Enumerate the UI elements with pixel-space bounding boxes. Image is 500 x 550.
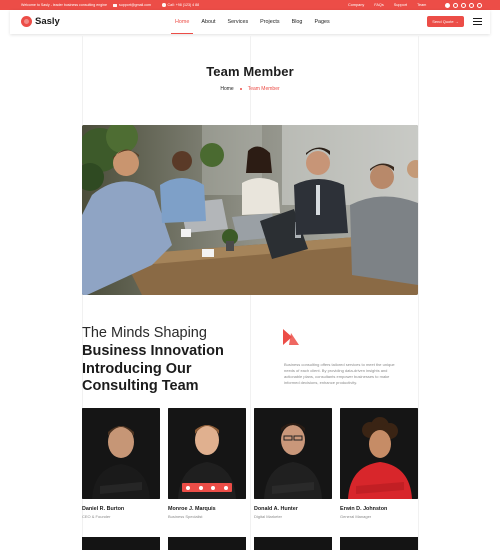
team-member-role: Digital Marketer bbox=[254, 514, 283, 519]
team-member-name[interactable]: Donald A. Hunter bbox=[254, 506, 332, 512]
main-header: Sasly Home About Services Projects Blog … bbox=[10, 10, 490, 34]
section-heading-line-3: Consulting Team bbox=[82, 378, 199, 394]
team-member-name[interactable]: Daniel R. Burton bbox=[82, 506, 160, 512]
team-card[interactable]: Monroe J. Marquis Business Specialist bbox=[168, 408, 246, 519]
team-card[interactable]: Daniel R. Burton CEO & Founder bbox=[82, 408, 160, 519]
team-card-partial bbox=[168, 537, 246, 550]
linkedin-icon[interactable] bbox=[211, 485, 216, 490]
phone-contact[interactable]: Call: +98 (123) 4 88 bbox=[162, 0, 199, 10]
team-card-partial bbox=[254, 537, 332, 550]
team-member-photo bbox=[168, 408, 246, 499]
top-links: Company FAQs Support Team bbox=[348, 0, 426, 10]
team-member-photo bbox=[82, 408, 160, 499]
youtube-icon[interactable] bbox=[223, 485, 228, 490]
phone-icon bbox=[162, 3, 166, 7]
logo[interactable]: Sasly bbox=[21, 16, 60, 27]
nav-blog[interactable]: Blog bbox=[292, 10, 303, 34]
send-quote-button[interactable]: Send Quote → bbox=[427, 16, 464, 27]
breadcrumb: Home Team Member bbox=[0, 86, 500, 92]
facebook-icon[interactable] bbox=[445, 2, 450, 8]
logo-text: Sasly bbox=[35, 16, 60, 27]
member-social-bar bbox=[182, 483, 232, 492]
section-heading-line-2: Introducing Our bbox=[82, 361, 192, 377]
link-support[interactable]: Support bbox=[394, 0, 407, 10]
top-bar: Welcome to Sasly - leader business consu… bbox=[0, 0, 500, 10]
team-member-role: General Manager bbox=[340, 514, 372, 519]
nav-pages[interactable]: Pages bbox=[314, 10, 329, 34]
team-card[interactable]: Erwin D. Johnston General Manager bbox=[340, 408, 418, 519]
email-text[interactable]: support@gmail.com bbox=[119, 0, 151, 10]
section-heading-light: The Minds Shaping bbox=[82, 325, 207, 341]
instagram-icon[interactable] bbox=[461, 2, 466, 8]
hero-team-photo bbox=[82, 125, 418, 295]
nav-about[interactable]: About bbox=[201, 10, 215, 34]
team-card-partial bbox=[340, 537, 418, 550]
team-card[interactable]: Donald A. Hunter Digital Marketer bbox=[254, 408, 332, 519]
email-contact[interactable]: support@gmail.com bbox=[113, 0, 151, 10]
welcome-text: Welcome to Sasly - leader business consu… bbox=[21, 0, 107, 10]
team-card-partial bbox=[82, 537, 160, 550]
nav-home[interactable]: Home bbox=[170, 10, 194, 34]
page-title: Team Member bbox=[206, 64, 294, 79]
section-description: Business consulting offers tailored serv… bbox=[284, 362, 395, 385]
twitter-icon[interactable] bbox=[198, 485, 203, 490]
grid-line bbox=[418, 36, 419, 550]
accent-shape-icon bbox=[283, 329, 299, 345]
nav-services[interactable]: Services bbox=[227, 10, 248, 34]
team-member-name[interactable]: Monroe J. Marquis bbox=[168, 506, 246, 512]
facebook-icon[interactable] bbox=[186, 485, 191, 490]
team-member-role: CEO & Founder bbox=[82, 514, 111, 519]
menu-icon[interactable] bbox=[473, 18, 482, 25]
team-member-photo bbox=[340, 408, 418, 499]
mail-icon bbox=[113, 3, 117, 7]
link-team[interactable]: Team bbox=[417, 0, 426, 10]
top-social bbox=[445, 2, 482, 8]
phone-text[interactable]: Call: +98 (123) 4 88 bbox=[168, 0, 200, 10]
breadcrumb-current: Team Member bbox=[247, 86, 280, 92]
breadcrumb-separator bbox=[239, 88, 242, 90]
team-member-role: Business Specialist bbox=[168, 514, 203, 519]
team-member-photo bbox=[254, 408, 332, 499]
linkedin-icon[interactable] bbox=[469, 2, 474, 8]
team-member-name[interactable]: Erwin D. Johnston bbox=[340, 506, 418, 512]
breadcrumb-home[interactable]: Home bbox=[220, 86, 233, 92]
section-heading-line-1: Business Innovation bbox=[82, 343, 224, 359]
main-nav: Home About Services Projects Blog Pages bbox=[170, 10, 330, 34]
twitter-icon[interactable] bbox=[453, 2, 458, 8]
welcome-message: Welcome to Sasly - leader business consu… bbox=[21, 3, 108, 7]
youtube-icon[interactable] bbox=[477, 2, 482, 8]
link-faqs[interactable]: FAQs bbox=[374, 0, 384, 10]
nav-projects[interactable]: Projects bbox=[260, 10, 279, 34]
link-company[interactable]: Company bbox=[348, 0, 364, 10]
logo-icon bbox=[21, 16, 32, 27]
